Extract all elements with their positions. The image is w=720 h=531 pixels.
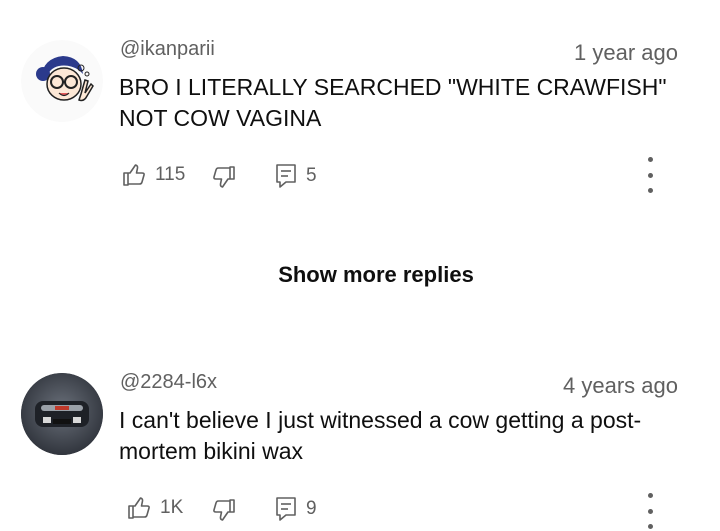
like-count: 1K [160,497,184,518]
reply-count: 9 [306,497,317,519]
like-count: 115 [155,164,186,185]
dot [647,188,653,193]
avatar[interactable] [21,40,103,122]
thumbs-down-icon [213,166,235,188]
thumbs-up-icon [123,164,145,186]
dot [647,172,653,178]
comment-text: I can't believe I just witnessed a cow g… [119,407,642,464]
reply-icon [276,164,296,188]
comment-timestamp: 4 years ago [563,373,678,398]
reply-icon [276,497,296,521]
thumbs-down-icon [213,499,235,521]
like-button[interactable]: 115 [122,163,185,187]
dot [647,157,653,162]
dislike-button[interactable] [212,165,236,189]
thumbs-up-icon [128,497,150,519]
like-button[interactable]: 1K [127,496,183,520]
dot [647,524,653,529]
comment-handle[interactable]: @ikanparii [120,38,215,61]
dot [647,493,653,498]
reply-count: 5 [306,164,317,186]
dot [647,508,653,514]
reply-button[interactable]: 5 [275,163,317,188]
show-more-replies-button[interactable]: Show more replies [0,262,720,288]
reply-button[interactable]: 9 [275,496,317,521]
comment-timestamp: 1 year ago [574,40,678,65]
anime-avatar-icon [21,40,103,122]
car-photo-avatar-icon [21,373,103,455]
comment-handle[interactable]: @2284-l6x [120,371,217,394]
more-vert-icon[interactable] [640,493,660,529]
more-vert-icon[interactable] [640,157,660,193]
dislike-button[interactable] [212,498,236,522]
avatar[interactable] [21,373,103,455]
comment-text: BRO I LITERALLY SEARCHED "WHITE CRAWFISH… [119,74,667,131]
